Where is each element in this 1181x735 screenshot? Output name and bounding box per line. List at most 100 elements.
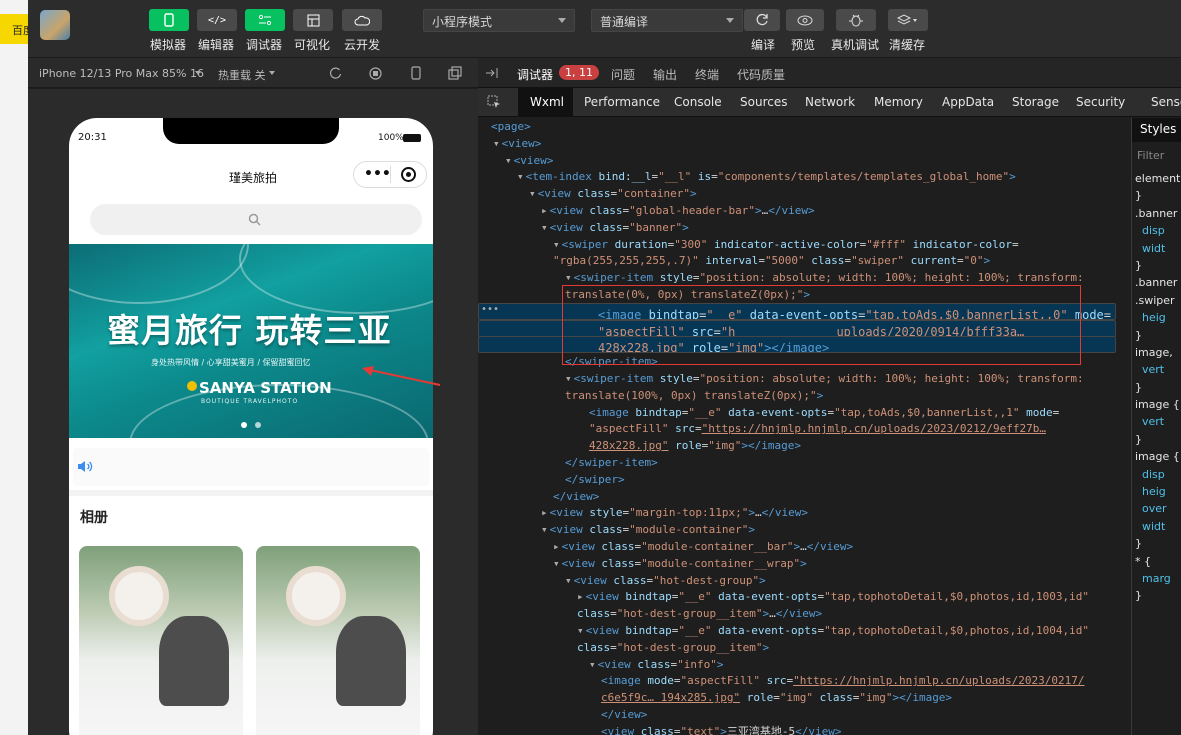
dom-node-line[interactable]: class="hot-dest-group__item">…</view>: [478, 605, 1116, 622]
cloud-button[interactable]: [342, 9, 382, 31]
dom-node-line[interactable]: ▾ <swiper-item style="position: absolute;…: [478, 269, 1116, 286]
dom-node-line[interactable]: </view>: [478, 488, 1116, 505]
remote-debug-button[interactable]: [836, 9, 876, 31]
project-avatar[interactable]: [40, 10, 70, 40]
dom-node-line[interactable]: <view class="text">三亚湾基地-5</view>: [478, 723, 1116, 735]
error-badge[interactable]: 1, 11: [559, 65, 599, 80]
dom-token: "container": [617, 187, 690, 201]
baidu-tab[interactable]: 百度: [0, 14, 28, 44]
rotate-icon[interactable]: [329, 67, 342, 80]
tab-security[interactable]: Security: [1076, 95, 1125, 109]
dom-node-line[interactable]: ▾ <view class="hot-dest-group">: [478, 572, 1116, 589]
tab-debugger[interactable]: 调试器: [517, 66, 553, 83]
dom-node-line[interactable]: ▾ <tem-index bind:__l="__l" is="component…: [478, 168, 1116, 185]
tab-sources[interactable]: Sources: [740, 95, 787, 109]
dom-token: <view: [597, 657, 638, 671]
notice-bar[interactable]: [73, 448, 429, 486]
banner-swiper[interactable]: 蜜月旅行 玩转三亚 身处热带风情 / 心享甜美蜜月 / 保留甜蜜回忆 SANYA…: [69, 244, 433, 438]
style-rule-line: widt: [1135, 241, 1166, 255]
clear-cache-button[interactable]: [888, 9, 928, 31]
tab-network[interactable]: Network: [805, 95, 855, 109]
dom-node-line[interactable]: ▾ <swiper-item style="position: absolute;…: [478, 370, 1116, 387]
dom-node-line[interactable]: ▾ <view>: [478, 135, 1116, 152]
styles-filter[interactable]: Filter: [1137, 149, 1164, 162]
compile-button[interactable]: [744, 9, 780, 31]
preview-button[interactable]: [786, 9, 824, 31]
inspect-icon[interactable]: [487, 95, 501, 109]
dom-node-line[interactable]: </swiper>: [478, 471, 1116, 488]
dom-node-line[interactable]: ▸ <view class="module-container__bar">…</…: [478, 538, 1116, 555]
album-photo[interactable]: [256, 546, 420, 735]
phone-icon[interactable]: [411, 66, 421, 80]
tab-appdata[interactable]: AppData: [942, 95, 994, 109]
dom-node-line[interactable]: ▾ <view class="module-container__wrap">: [478, 555, 1116, 572]
tab-console[interactable]: Console: [674, 95, 722, 109]
dom-node-line[interactable]: <page>: [478, 118, 1116, 135]
dom-node-line[interactable]: </view>: [478, 706, 1116, 723]
chevron-down-icon: [558, 18, 566, 23]
visual-button[interactable]: [293, 9, 333, 31]
dom-token: >: [762, 640, 770, 654]
mode-select[interactable]: 小程序模式: [423, 9, 575, 32]
close-icon[interactable]: [401, 167, 416, 182]
styles-tab[interactable]: Styles: [1140, 122, 1176, 136]
tab-code-quality[interactable]: 代码质量: [737, 66, 785, 83]
dom-token: "https://hnjmlp.hnjmlp.cn/uploads/2023/0…: [701, 422, 1046, 436]
stop-icon[interactable]: [369, 67, 382, 80]
popout-icon[interactable]: [448, 66, 462, 80]
dom-node-line[interactable]: ▸ <view class="global-header-bar">…</view…: [478, 202, 1116, 219]
tab-memory[interactable]: Memory: [874, 95, 923, 109]
dom-node-line[interactable]: 428x228.jpg" role="img"></image>: [478, 437, 1116, 454]
dom-token: "img": [779, 691, 813, 705]
tab-sensor[interactable]: Sensor: [1151, 95, 1181, 109]
dom-node-line[interactable]: ▾ <swiper duration = "300" indicator-active…: [478, 236, 1116, 253]
tab-issues[interactable]: 问题: [611, 66, 635, 83]
dom-node-line[interactable]: ▸ <view bindtap="__e" data-event-opts="ta…: [478, 588, 1116, 605]
dom-token: "rgba(255,255,255,.7)": [553, 254, 699, 268]
dom-node-line[interactable]: ▾ <view class="module-container">: [478, 521, 1116, 538]
tab-performance[interactable]: Performance: [584, 95, 660, 109]
dom-node-line[interactable]: </swiper-item>: [478, 454, 1116, 471]
dom-node-line[interactable]: c6e5f9c… 194x285.jpg" role="img" class="…: [478, 689, 1116, 706]
dom-node-line[interactable]: <image mode="aspectFill" src="https://hn…: [478, 672, 1116, 689]
dom-node-line[interactable]: ▾ <view bindtap="__e" data-event-opts="ta…: [478, 622, 1116, 639]
dom-node-line[interactable]: ▾ <view>: [478, 152, 1116, 169]
dom-token: <view: [573, 573, 614, 587]
phone-screen: 20:31 100% 瑾美旅拍 ••• 蜜月旅行 玩转三亚 身处热带风情 / 心…: [69, 118, 433, 735]
dom-node-line[interactable]: translate(100%, 0px) translateZ(0px);">: [478, 387, 1116, 404]
dom-token: style: [589, 506, 623, 520]
hot-reload-select[interactable]: 热重载 关: [218, 67, 266, 83]
tab-terminal[interactable]: 终端: [695, 66, 719, 83]
dom-node-line[interactable]: "aspectFill" src="https://hnjmlp.hnjmlp.…: [478, 420, 1116, 437]
dom-token: "5000": [764, 254, 805, 268]
simulator-button[interactable]: [149, 9, 189, 31]
dom-node-line[interactable]: <image bindtap="__e" data-event-opts="ta…: [478, 404, 1116, 421]
style-rule-line: .swiper: [1135, 293, 1175, 307]
more-icon[interactable]: •••: [364, 167, 391, 181]
dom-token: ▸: [541, 204, 548, 217]
banner-title: 蜜月旅行 玩转三亚: [107, 311, 392, 350]
tab-output[interactable]: 输出: [653, 66, 677, 83]
dom-node-line[interactable]: ▾ <view class="banner">: [478, 219, 1116, 236]
tab-storage[interactable]: Storage: [1012, 95, 1059, 109]
album-photo[interactable]: [79, 546, 243, 735]
editor-button[interactable]: </>: [197, 9, 237, 31]
swiper-dot-active[interactable]: [241, 422, 247, 428]
dock-icon[interactable]: [485, 67, 499, 79]
search-bar[interactable]: [90, 204, 422, 235]
dom-node-line[interactable]: ▸ <view style="margin-top:11px;">…</view>: [478, 504, 1116, 521]
wxml-tree[interactable]: <page> ▾ <view> ▾ <view> ▾ <tem-index bind:__l…: [478, 118, 1116, 735]
dom-node-line[interactable]: ▾ <view class="container">: [478, 185, 1116, 202]
swiper-dot[interactable]: [255, 422, 261, 428]
compile-select[interactable]: 普通编译: [591, 9, 743, 32]
dom-token: =: [711, 170, 718, 184]
dom-token: "info": [677, 657, 717, 671]
dom-node-line[interactable]: ▾ <view class="info">: [478, 656, 1116, 673]
debugger-button[interactable]: [245, 9, 285, 31]
dom-token: >: [720, 724, 727, 735]
tab-wxml[interactable]: Wxml: [530, 95, 564, 109]
dom-node-line[interactable]: "rgba(255,255,255,.7)" interval="5000" c…: [478, 252, 1116, 269]
dom-node-line[interactable]: class="hot-dest-group__item">: [478, 639, 1116, 656]
more-icon[interactable]: •••: [481, 304, 499, 315]
device-select[interactable]: iPhone 12/13 Pro Max 85% 16: [39, 67, 204, 80]
